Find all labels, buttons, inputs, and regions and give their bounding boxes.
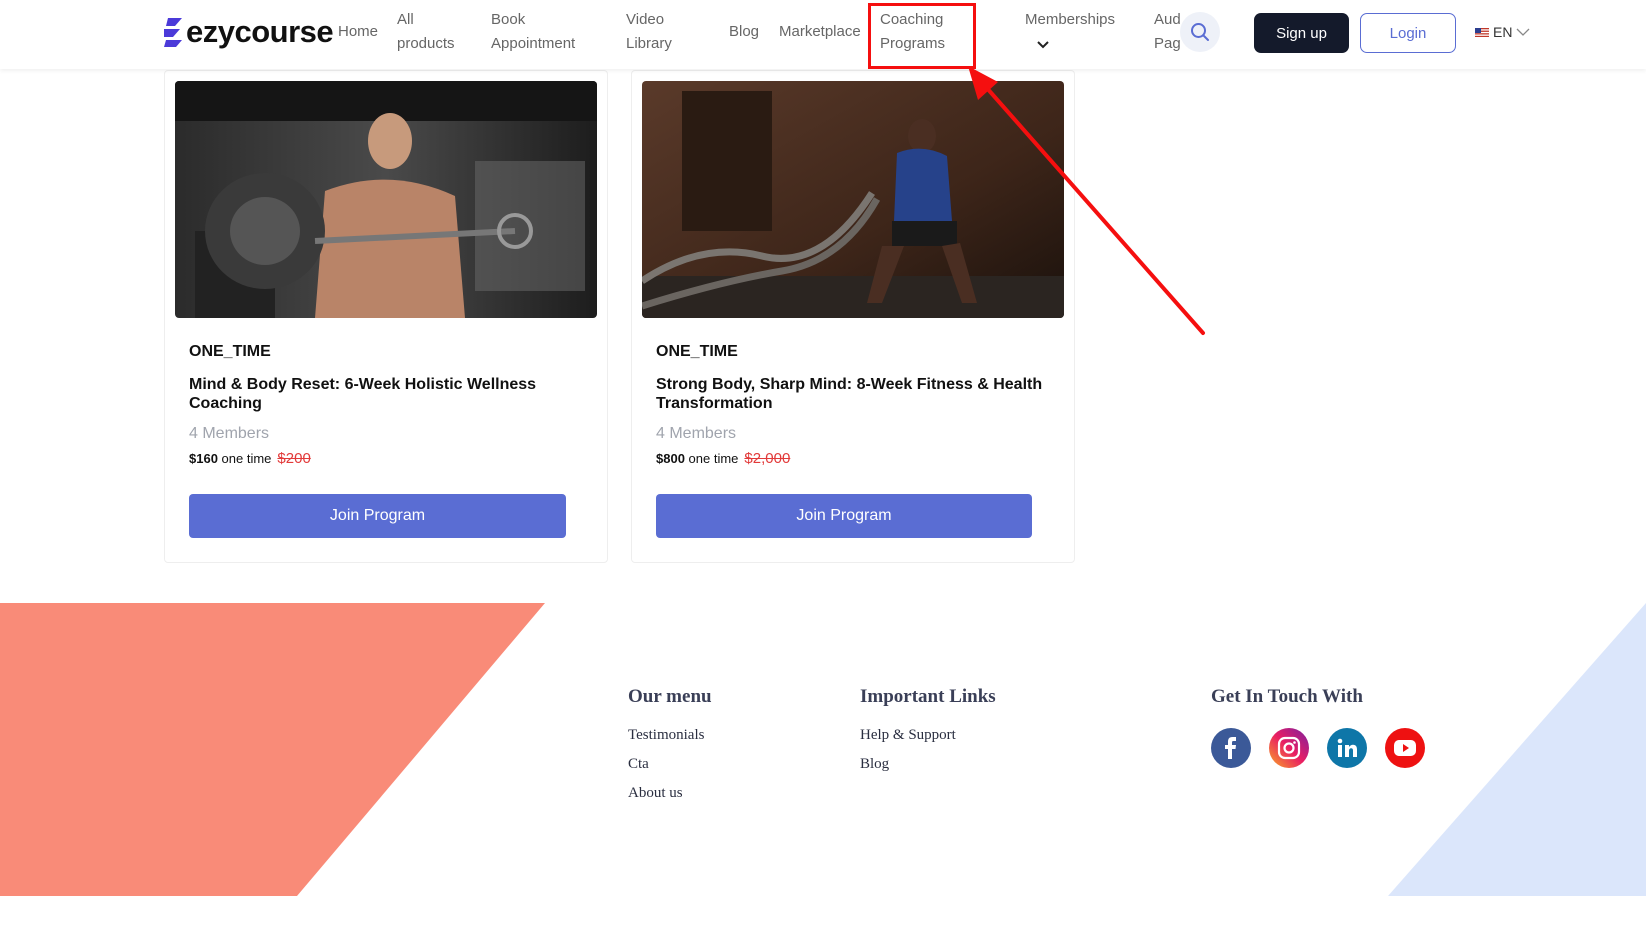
program-members: 4 Members: [189, 425, 270, 442]
instagram-glyph-icon: [1277, 736, 1301, 760]
price-original: $2,000: [744, 450, 791, 467]
nav-video-line2: Library: [626, 35, 672, 52]
youtube-glyph-icon: [1394, 740, 1416, 756]
footer-link-help[interactable]: Help & Support: [860, 727, 956, 744]
chevron-down-icon[interactable]: [1036, 40, 1050, 50]
nav-video-library[interactable]: Video Library: [626, 8, 672, 56]
brand-logo[interactable]: ezycourse: [162, 14, 334, 50]
nav-memberships[interactable]: Memberships: [1025, 8, 1115, 32]
price-current: $160: [189, 451, 218, 466]
instagram-icon[interactable]: [1269, 728, 1309, 768]
signup-button[interactable]: Sign up: [1254, 13, 1349, 53]
chevron-down-icon: [1516, 28, 1530, 36]
price-current: $800: [656, 451, 685, 466]
facebook-glyph-icon: [1225, 737, 1236, 759]
brand-name: ezycourse: [186, 14, 334, 49]
search-button[interactable]: [1180, 12, 1220, 52]
program-price: $160 one time $200: [189, 450, 311, 467]
battle-rope-photo-image: [642, 81, 1064, 318]
join-program-button[interactable]: Join Program: [656, 494, 1032, 538]
nav-book-line2: Appointment: [491, 35, 576, 52]
nav-audio-line2: Pag: [1154, 35, 1181, 52]
footer-link-testimonials[interactable]: Testimonials: [628, 727, 704, 744]
nav-audio-line1: Aud: [1154, 11, 1181, 28]
program-type: ONE_TIME: [656, 343, 738, 360]
nav-video-line1: Video: [626, 11, 665, 28]
nav-all-products[interactable]: All products: [397, 8, 455, 56]
language-label: EN: [1493, 24, 1513, 40]
price-suffix: one time: [221, 451, 272, 466]
logo-mark-icon: [164, 18, 182, 47]
nav-marketplace[interactable]: Marketplace: [779, 20, 861, 44]
price-original: $200: [277, 450, 311, 467]
nav-all-products-line2: products: [397, 35, 455, 52]
nav-audio-pages[interactable]: Aud Pag: [1154, 8, 1182, 56]
nav-blog[interactable]: Blog: [729, 20, 759, 44]
footer-link-about[interactable]: About us: [628, 785, 683, 802]
gym-photo-image: [175, 81, 597, 318]
program-members: 4 Members: [656, 425, 737, 442]
nav-home[interactable]: Home: [338, 20, 378, 44]
nav-coaching-line2: Programs: [880, 35, 946, 52]
facebook-icon[interactable]: [1211, 728, 1251, 768]
site-header: ezycourse Home All products Book Appoint…: [0, 0, 1646, 69]
program-card: ONE_TIME Strong Body, Sharp Mind: 8-Week…: [631, 70, 1075, 563]
program-image[interactable]: [642, 81, 1064, 318]
program-type: ONE_TIME: [189, 343, 271, 360]
nav-coaching-programs[interactable]: Coaching Programs: [880, 8, 945, 56]
footer-decor-shape: [0, 603, 545, 896]
footer-contact-title: Get In Touch With: [1211, 686, 1363, 707]
footer-link-cta[interactable]: Cta: [628, 756, 649, 773]
youtube-icon[interactable]: [1385, 728, 1425, 768]
price-suffix: one time: [688, 451, 739, 466]
program-price: $800 one time $2,000: [656, 450, 790, 467]
nav-all-products-line1: All: [397, 11, 414, 28]
nav-coaching-line1: Coaching: [880, 11, 944, 28]
nav-book-line1: Book: [491, 11, 526, 28]
footer-decor-shape: [1388, 603, 1646, 896]
program-card: ONE_TIME Mind & Body Reset: 6-Week Holis…: [164, 70, 608, 563]
search-icon: [1191, 23, 1209, 41]
program-title[interactable]: Mind & Body Reset: 6-Week Holistic Welln…: [189, 375, 589, 413]
nav-book-appointment[interactable]: Book Appointment: [491, 8, 575, 56]
us-flag-icon: [1475, 27, 1489, 37]
program-image[interactable]: [175, 81, 597, 318]
login-button[interactable]: Login: [1360, 13, 1456, 53]
linkedin-glyph-icon: [1337, 738, 1357, 757]
linkedin-icon[interactable]: [1327, 728, 1367, 768]
footer-our-menu-title: Our menu: [628, 686, 712, 707]
language-selector[interactable]: EN: [1475, 22, 1530, 42]
nav-memberships-label: Memberships: [1025, 11, 1116, 28]
join-program-button[interactable]: Join Program: [189, 494, 566, 538]
footer-link-blog[interactable]: Blog: [860, 756, 889, 773]
footer-important-links-title: Important Links: [860, 686, 996, 707]
program-title[interactable]: Strong Body, Sharp Mind: 8-Week Fitness …: [656, 375, 1056, 413]
